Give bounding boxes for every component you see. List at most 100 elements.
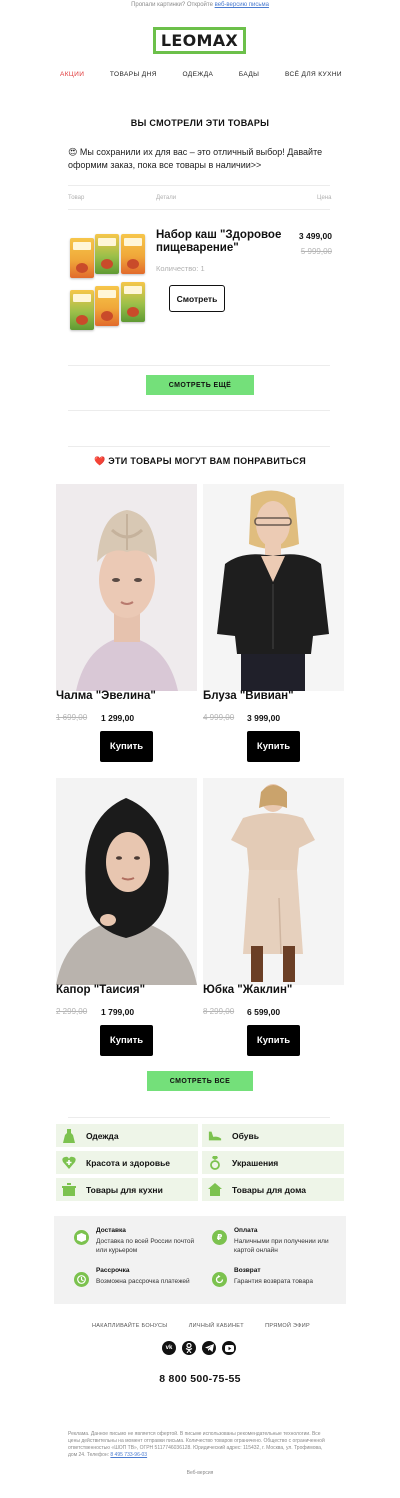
nav-item-sales[interactable]: Акции: [60, 71, 84, 78]
column-header-product: Товар: [68, 195, 85, 201]
leomax-logo[interactable]: LEOMAX: [153, 27, 246, 54]
category-label: Красота и здоровье: [86, 1157, 171, 1168]
category-label: Товары для кухни: [86, 1184, 163, 1195]
preheader: Пропали картинки? Откройте веб-версию пи…: [0, 2, 400, 8]
box-graphic: [70, 238, 94, 278]
product-old-price: 4 999,00: [203, 713, 235, 722]
box-icon: [74, 1230, 89, 1245]
product-price: 1 299,00: [101, 713, 135, 723]
nav-item-supplements[interactable]: Бады: [239, 71, 259, 78]
youtube-icon[interactable]: [222, 1341, 236, 1355]
ruble-icon: ₽: [212, 1230, 227, 1245]
info-text: Наличными при получении или картой онлай…: [234, 1238, 329, 1254]
house-icon: [208, 1183, 222, 1197]
phone-number[interactable]: 8 800 500-75-55: [0, 1373, 400, 1385]
category-home[interactable]: Товары для дома: [202, 1178, 344, 1201]
info-text: Доставка по всей России почтой или курье…: [96, 1238, 195, 1254]
clock-icon: [74, 1272, 89, 1287]
info-text: Гарантия возврата товара: [234, 1278, 314, 1285]
footer-links: Накапливайте бонусы Личный кабинет Прямо…: [92, 1323, 310, 1329]
web-version-link[interactable]: веб-версию письма: [215, 2, 269, 8]
buy-button[interactable]: Купить: [100, 1025, 153, 1056]
info-return: Возврат Гарантия возврата товара: [234, 1267, 334, 1286]
info-title: Оплата: [234, 1227, 258, 1234]
turban-photo: [56, 484, 197, 691]
box-graphic: [121, 282, 145, 322]
viewed-description: 😍 Мы сохранили их для вас – это отличный…: [68, 146, 330, 172]
web-version-footer-link[interactable]: Веб-версия: [0, 1470, 400, 1476]
info-title: Рассрочка: [96, 1267, 130, 1274]
product-name[interactable]: Капор "Таисия": [56, 984, 145, 996]
see-all-button[interactable]: Смотреть все: [147, 1071, 253, 1091]
column-header-details: Детали: [156, 195, 177, 201]
category-beauty-health[interactable]: Красота и здоровье: [56, 1151, 198, 1174]
hood-photo: [56, 778, 197, 985]
product-name[interactable]: Набор каш "Здоровое пищеварение": [156, 229, 288, 255]
box-graphic: [121, 234, 145, 274]
skirt-photo: [203, 778, 344, 985]
divider: [68, 185, 330, 186]
telegram-icon[interactable]: [202, 1341, 216, 1355]
info-title: Возврат: [234, 1267, 261, 1274]
buy-button[interactable]: Купить: [100, 731, 153, 762]
viewed-text: Мы сохранили их для вас – это отличный в…: [68, 147, 323, 170]
product-quantity: Количество: 1: [156, 264, 205, 273]
heart-plus-icon: [62, 1156, 76, 1170]
red-heart-icon: ❤️: [93, 456, 106, 466]
info-delivery: Доставка Доставка по всей России почтой …: [96, 1227, 196, 1255]
box-graphic: [70, 290, 94, 330]
category-jewelry[interactable]: Украшения: [202, 1151, 344, 1174]
category-label: Украшения: [232, 1157, 279, 1168]
product-name[interactable]: Юбка "Жаклин": [203, 984, 292, 996]
porridge-set-image[interactable]: [68, 230, 148, 336]
shoe-icon: [208, 1129, 222, 1143]
divider: [68, 365, 330, 366]
box-graphic: [95, 234, 119, 274]
product-old-price: 8 299,00: [203, 1007, 235, 1016]
see-more-button[interactable]: Смотреть ещё: [146, 375, 254, 395]
smiling-heart-eyes-icon: 😍: [68, 147, 78, 157]
product-price: 3 999,00: [247, 713, 281, 723]
product-price: 1 799,00: [101, 1007, 135, 1017]
product-image-turban[interactable]: [56, 484, 197, 691]
viewed-title: Вы смотрели эти товары: [130, 118, 270, 128]
info-payment: Оплата Наличными при получении или карто…: [234, 1227, 334, 1255]
vk-icon[interactable]: vk: [162, 1341, 176, 1355]
product-name[interactable]: Чалма "Эвелина": [56, 690, 156, 702]
category-shoes[interactable]: Обувь: [202, 1124, 344, 1147]
nav-item-kitchen[interactable]: Всё для кухни: [285, 71, 342, 78]
product-image-skirt[interactable]: [203, 778, 344, 985]
info-title: Доставка: [96, 1227, 126, 1234]
product-name[interactable]: Блуза "Вивиан": [203, 690, 294, 702]
view-product-button[interactable]: Смотреть: [169, 285, 225, 312]
product-image-blouse[interactable]: [203, 484, 344, 691]
product-old-price: 1 699,00: [56, 713, 88, 722]
category-clothes[interactable]: Одежда: [56, 1124, 198, 1147]
top-nav: Акции Товары дня Одежда Бады Всё для кух…: [60, 71, 342, 78]
product-old-price: 5 999,00: [300, 247, 332, 256]
footer-link-live[interactable]: Прямой эфир: [265, 1323, 310, 1329]
legal-phone-link[interactable]: 8 495 733-96-03: [110, 1452, 147, 1458]
divider: [68, 1117, 330, 1118]
ok-icon[interactable]: [182, 1341, 196, 1355]
nav-item-deals[interactable]: Товары дня: [110, 71, 157, 78]
buy-button[interactable]: Купить: [247, 731, 300, 762]
legal-text: Реклама. Данное письмо не является оферт…: [68, 1431, 325, 1458]
category-kitchen[interactable]: Товары для кухни: [56, 1178, 198, 1201]
category-label: Товары для дома: [232, 1184, 306, 1195]
product-old-price: 2 299,00: [56, 1007, 88, 1016]
ring-icon: [208, 1155, 222, 1170]
dress-icon: [62, 1128, 76, 1143]
divider: [68, 446, 330, 447]
info-text: Возможна рассрочка платежей: [96, 1278, 190, 1285]
divider: [68, 209, 330, 210]
product-image-hood[interactable]: [56, 778, 197, 985]
box-graphic: [95, 286, 119, 326]
nav-item-clothes[interactable]: Одежда: [182, 71, 213, 78]
footer-link-account[interactable]: Личный кабинет: [189, 1323, 244, 1329]
category-label: Обувь: [232, 1130, 259, 1141]
footer-link-bonuses[interactable]: Накапливайте бонусы: [92, 1323, 167, 1329]
category-label: Одежда: [86, 1130, 119, 1141]
product-price: 3 499,00: [298, 231, 332, 241]
buy-button[interactable]: Купить: [247, 1025, 300, 1056]
